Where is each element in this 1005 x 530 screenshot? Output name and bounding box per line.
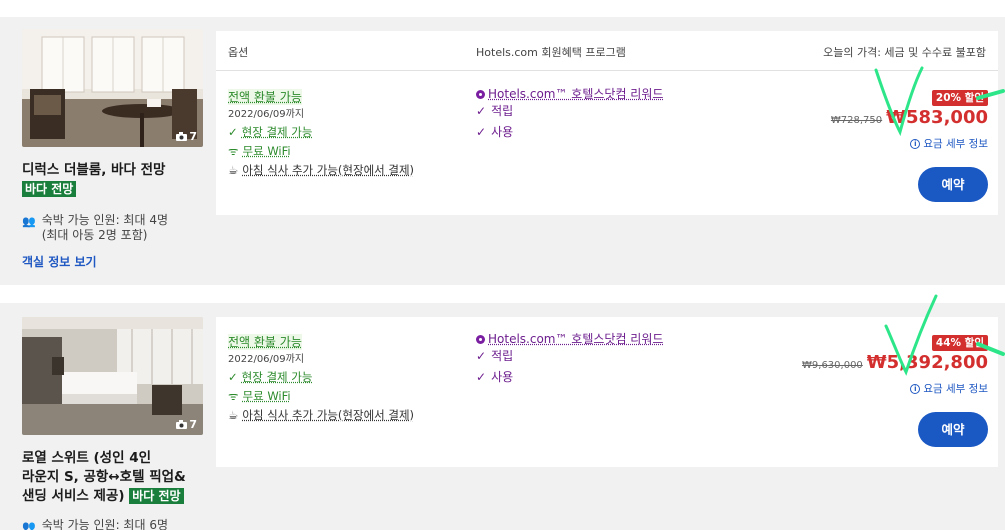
room-info-link[interactable]: 객실 정보 보기 <box>22 253 207 270</box>
reward-link[interactable]: Hotels.com™ 호텔스닷컴 리워드 <box>476 86 736 102</box>
reward-dot-icon <box>476 334 485 344</box>
capacity: 👥 숙박 가능 인원: 최대 6명 <box>22 518 207 530</box>
program-column: Hotels.com™ 호텔스닷컴 리워드 ✓ 적립 ✓ 사용 <box>476 86 736 140</box>
options-column: 전액 환불 가능 2022/06/09까지 ✓ 현장 결제 가능 ᯤ 무료 Wi… <box>228 86 468 178</box>
price-column: 44% 할인 ₩9,630,000 ₩5,392,800 i 요금 세부 정보 … <box>788 331 988 447</box>
breakfast-label: 아침 식사 추가 가능(현장에서 결제) <box>242 163 415 177</box>
old-price: ₩9,630,000 <box>802 360 863 371</box>
price-column: 20% 할인 ₩728,750 ₩583,000 i 요금 세부 정보 예약 <box>788 86 988 202</box>
discount-badge: 44% 할인 <box>931 335 988 351</box>
room-photo[interactable]: 7 <box>22 29 203 147</box>
benefit-use-label: 사용 <box>491 125 514 139</box>
breakfast-option[interactable]: ☕ 아침 식사 추가 가능(현장에서 결제) <box>228 163 468 178</box>
refund-deadline: 2022/06/09까지 <box>228 109 305 120</box>
pay-at-property[interactable]: ✓ 현장 결제 가능 <box>228 370 468 385</box>
rate-card: 전액 환불 가능 2022/06/09까지 ✓ 현장 결제 가능 ᯤ 무료 Wi… <box>216 317 998 467</box>
fee-details-label: 요금 세부 정보 <box>923 138 988 150</box>
pay-at-property-label: 현장 결제 가능 <box>241 370 313 384</box>
capacity: 👥 숙박 가능 인원: 최대 4명 (최대 아동 2명 포함) <box>22 213 207 243</box>
benefit-use: ✓ 사용 <box>476 370 736 385</box>
program-column: Hotels.com™ 호텔스닷컴 리워드 ✓ 적립 ✓ 사용 <box>476 331 736 385</box>
refund-link[interactable]: 전액 환불 가능 <box>228 334 302 350</box>
benefit-earn: ✓ 적립 <box>476 349 736 364</box>
room-summary: 7 디럭스 더블룸, 바다 전망 바다 전망 👥 숙박 가능 인원: 최대 4명… <box>22 29 207 270</box>
capacity-line-1: 숙박 가능 인원: 최대 4명 <box>41 213 168 227</box>
rate-card-header: 옵션 Hotels.com 회원혜택 프로그램 오늘의 가격: 세금 및 수수료… <box>216 31 998 71</box>
view-badge: 바다 전망 <box>129 488 184 504</box>
breakfast-option[interactable]: ☕ 아침 식사 추가 가능(현장에서 결제) <box>228 408 468 423</box>
free-wifi-label: 무료 WiFi <box>242 144 291 158</box>
room-name: 디럭스 더블룸, 바다 전망 바다 전망 <box>22 161 207 199</box>
wifi-icon: ᯤ <box>228 144 239 158</box>
check-icon: ✓ <box>476 349 487 363</box>
room-name-text: 디럭스 더블룸, 바다 전망 <box>22 162 166 178</box>
reward-link-label: Hotels.com™ 호텔스닷컴 리워드 <box>488 87 664 101</box>
room-block-1: 7 디럭스 더블룸, 바다 전망 바다 전망 👥 숙박 가능 인원: 최대 4명… <box>0 17 1005 285</box>
room-name-line-2: 라운지 S, 공항↔호텔 픽업& <box>22 469 186 485</box>
reserve-button[interactable]: 예약 <box>918 412 988 447</box>
fee-details-link[interactable]: i 요금 세부 정보 <box>788 136 988 151</box>
check-icon: ✓ <box>228 125 238 139</box>
rate-card: 옵션 Hotels.com 회원혜택 프로그램 오늘의 가격: 세금 및 수수료… <box>216 31 998 215</box>
room-name-line-1: 로열 스위트 (성인 4인 <box>22 450 152 466</box>
check-icon: ✓ <box>476 104 487 118</box>
reward-link-label: Hotels.com™ 호텔스닷컴 리워드 <box>488 332 664 346</box>
price-line: ₩728,750 ₩583,000 <box>788 107 988 128</box>
info-icon: i <box>910 138 921 149</box>
room-name: 로열 스위트 (성인 4인 라운지 S, 공항↔호텔 픽업& 샌딩 서비스 제공… <box>22 449 207 506</box>
coffee-icon: ☕ <box>228 408 239 422</box>
photo-count-value: 7 <box>189 418 197 431</box>
photo-count: 7 <box>176 418 197 431</box>
free-wifi[interactable]: ᯤ 무료 WiFi <box>228 144 468 159</box>
room-block-2: 7 로열 스위트 (성인 4인 라운지 S, 공항↔호텔 픽업& 샌딩 서비스 … <box>0 303 1005 530</box>
view-badge: 바다 전망 <box>22 181 77 197</box>
photo-count: 7 <box>176 130 197 143</box>
reward-link[interactable]: Hotels.com™ 호텔스닷컴 리워드 <box>476 331 736 347</box>
room-photo[interactable]: 7 <box>22 317 203 435</box>
reserve-button[interactable]: 예약 <box>918 167 988 202</box>
capacity-line-2: (최대 아동 2명 포함) <box>41 228 148 242</box>
new-price: ₩5,392,800 <box>866 352 988 373</box>
check-icon: ✓ <box>476 370 487 384</box>
coffee-icon: ☕ <box>228 163 239 177</box>
benefit-earn: ✓ 적립 <box>476 104 736 119</box>
room-summary: 7 로열 스위트 (성인 4인 라운지 S, 공항↔호텔 픽업& 샌딩 서비스 … <box>22 317 207 530</box>
people-icon: 👥 <box>22 520 36 530</box>
reward-dot-icon <box>476 89 485 99</box>
new-price: ₩583,000 <box>886 107 988 128</box>
free-wifi[interactable]: ᯤ 무료 WiFi <box>228 389 468 404</box>
check-icon: ✓ <box>228 370 238 384</box>
price-line: ₩9,630,000 ₩5,392,800 <box>788 352 988 373</box>
check-icon: ✓ <box>476 125 487 139</box>
benefit-use: ✓ 사용 <box>476 125 736 140</box>
old-price: ₩728,750 <box>830 115 883 126</box>
info-icon: i <box>910 383 921 394</box>
camera-icon <box>176 420 188 429</box>
benefit-earn-label: 적립 <box>491 104 514 118</box>
header-price-note: 오늘의 가격: 세금 및 수수료 불포함 <box>823 46 986 59</box>
photo-count-value: 7 <box>189 130 197 143</box>
camera-icon <box>176 132 188 141</box>
pay-at-property[interactable]: ✓ 현장 결제 가능 <box>228 125 468 140</box>
options-column: 전액 환불 가능 2022/06/09까지 ✓ 현장 결제 가능 ᯤ 무료 Wi… <box>228 331 468 423</box>
people-icon: 👥 <box>22 215 36 228</box>
room-name-line-3: 샌딩 서비스 제공) <box>22 488 125 504</box>
header-options: 옵션 <box>228 46 249 59</box>
fee-details-link[interactable]: i 요금 세부 정보 <box>788 381 988 396</box>
refund-deadline: 2022/06/09까지 <box>228 354 305 365</box>
free-wifi-label: 무료 WiFi <box>242 389 291 403</box>
benefit-earn-label: 적립 <box>491 349 514 363</box>
fee-details-label: 요금 세부 정보 <box>923 383 988 395</box>
benefit-use-label: 사용 <box>491 370 514 384</box>
capacity-line-1: 숙박 가능 인원: 최대 6명 <box>41 518 168 530</box>
discount-badge: 20% 할인 <box>931 90 988 106</box>
refund-link[interactable]: 전액 환불 가능 <box>228 89 302 105</box>
wifi-icon: ᯤ <box>228 389 239 403</box>
breakfast-label: 아침 식사 추가 가능(현장에서 결제) <box>242 408 415 422</box>
header-program: Hotels.com 회원혜택 프로그램 <box>476 46 626 59</box>
pay-at-property-label: 현장 결제 가능 <box>241 125 313 139</box>
